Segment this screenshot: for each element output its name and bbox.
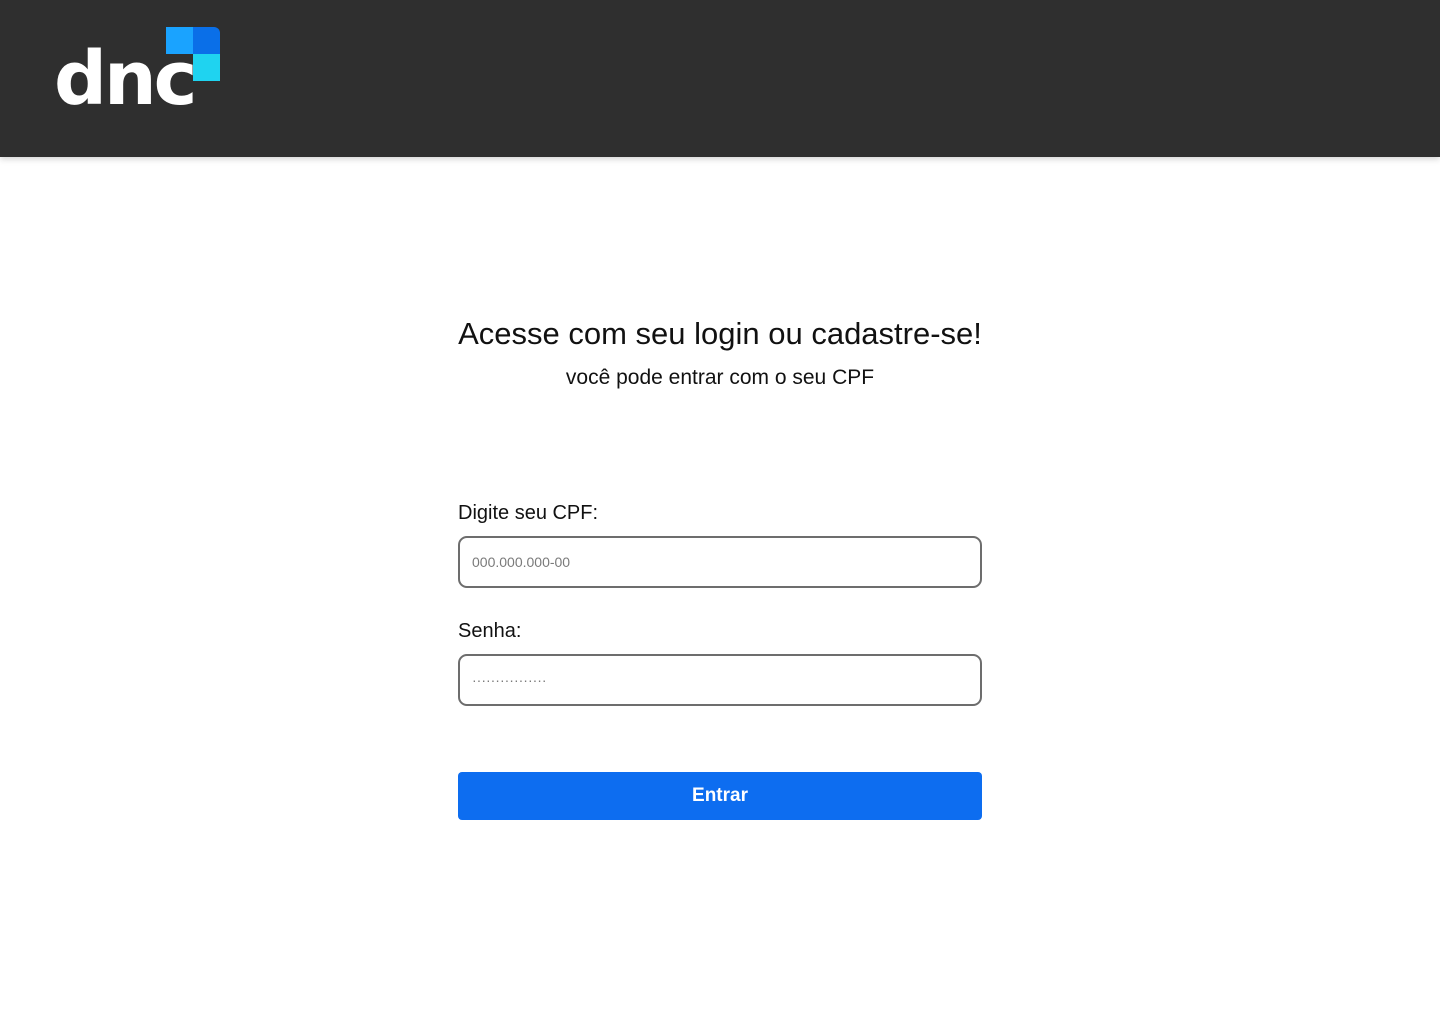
login-submit-button[interactable]: Entrar: [458, 772, 982, 820]
password-input[interactable]: [458, 654, 982, 706]
cpf-label: Digite seu CPF:: [458, 502, 599, 524]
logo-square-bottom-right: [193, 54, 220, 81]
page-title: Acesse com seu login ou cadastre-se!: [458, 316, 982, 351]
dnc-logo[interactable]: dnc: [54, 26, 224, 116]
logo-squares-icon: [166, 27, 220, 81]
top-header: dnc: [0, 0, 1440, 157]
page-subtitle: você pode entrar com o seu CPF: [565, 366, 875, 389]
cpf-input[interactable]: [458, 536, 982, 588]
logo-square-top-left: [166, 27, 193, 54]
password-label: Senha:: [458, 620, 522, 642]
logo-square-top-right: [193, 27, 220, 54]
